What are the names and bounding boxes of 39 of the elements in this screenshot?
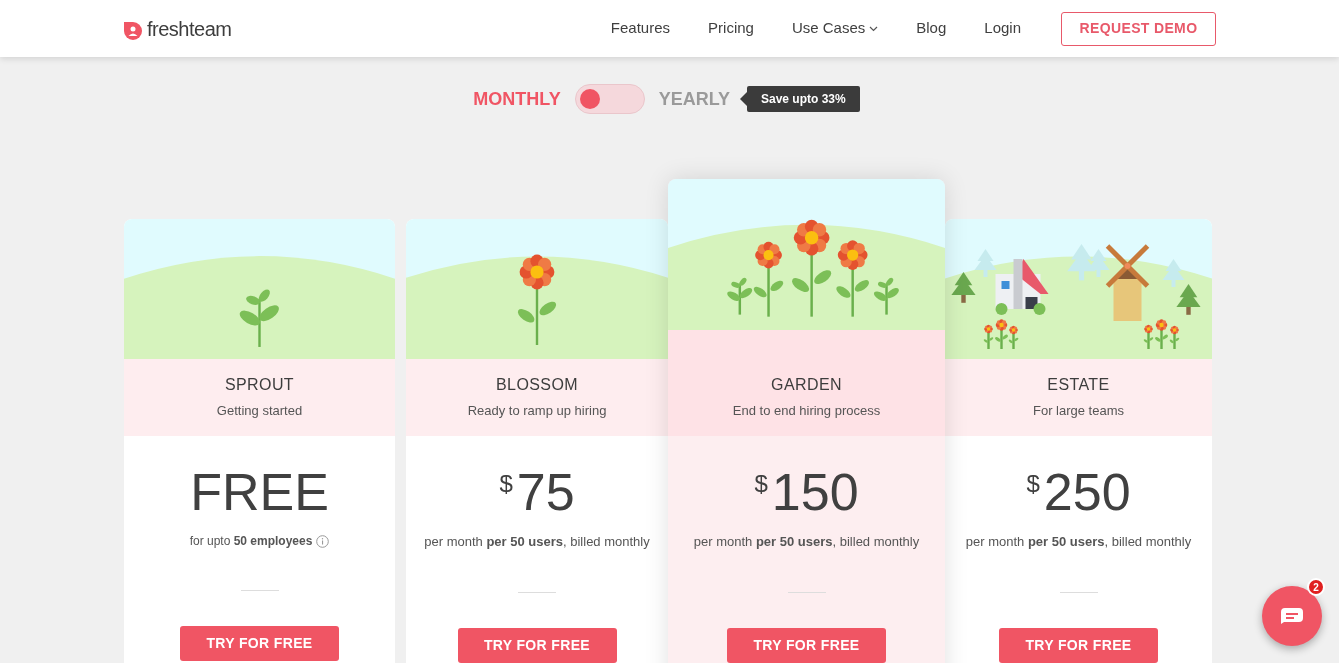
price-note: per month per 50 users, billed monthly <box>424 533 650 551</box>
currency-symbol: $ <box>1026 469 1040 499</box>
nav-link[interactable]: Use Cases <box>791 17 879 40</box>
plan-tagline: End to end hiring process <box>732 402 881 420</box>
price-note: for upto 50 employees <box>189 533 313 550</box>
plan-price: FREE <box>190 462 329 522</box>
info-icon[interactable] <box>316 534 330 548</box>
plan-price: 75 <box>516 462 575 522</box>
nav-link[interactable]: Features <box>610 17 671 40</box>
billing-option[interactable]: YEARLY <box>658 85 730 113</box>
savings-tooltip: Save upto 33% <box>747 86 860 112</box>
plan-price: 250 <box>1043 462 1131 522</box>
plan-name: ESTATE <box>1047 375 1110 395</box>
try-for-free-button[interactable]: TRY FOR FREE <box>457 627 617 663</box>
plan-tagline: Getting started <box>216 402 303 420</box>
plan-price: 150 <box>771 462 859 522</box>
price-note: per month per 50 users, billed monthly <box>965 533 1192 551</box>
request-demo-button[interactable]: REQUEST DEMO <box>1061 11 1216 46</box>
nav-link[interactable]: Login <box>984 17 1021 40</box>
try-for-free-button[interactable]: TRY FOR FREE <box>180 626 339 661</box>
logo-wordmark: freshteam <box>147 16 232 42</box>
currency-symbol: $ <box>499 469 513 499</box>
nav-link[interactable]: Blog <box>916 17 947 40</box>
price-note: per month per 50 users, billed monthly <box>693 533 920 551</box>
plan-tagline: For large teams <box>1032 402 1124 420</box>
currency-symbol: $ <box>754 469 768 499</box>
chevron-down-icon <box>869 25 879 32</box>
plan-name: BLOSSOM <box>496 375 578 395</box>
plan-name: SPROUT <box>224 375 295 395</box>
try-for-free-button[interactable]: TRY FOR FREE <box>727 627 886 663</box>
billing-toggle[interactable] <box>574 84 645 114</box>
plan-name: GARDEN <box>771 375 842 395</box>
chat-bubble-icon <box>1280 607 1304 625</box>
try-for-free-button[interactable]: TRY FOR FREE <box>999 627 1158 663</box>
logo-icon <box>123 20 143 41</box>
notification-badge: 2 <box>1307 578 1325 596</box>
billing-option[interactable]: MONTHLY <box>473 85 561 113</box>
plan-tagline: Ready to ramp up hiring <box>467 402 607 420</box>
nav-link[interactable]: Pricing <box>708 17 754 40</box>
